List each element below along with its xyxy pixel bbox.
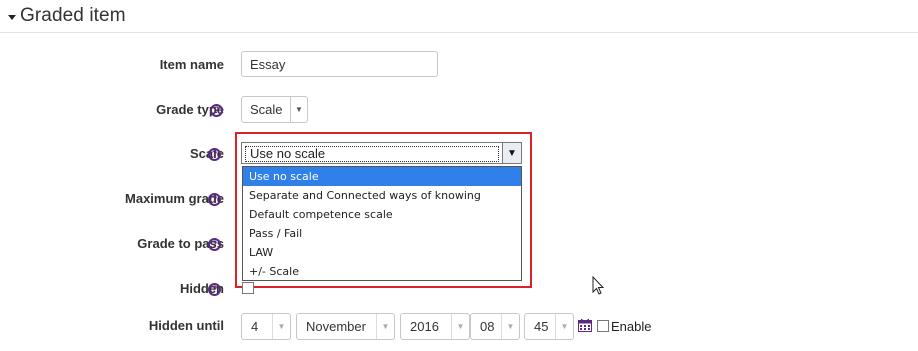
scale-select-value: Use no scale — [245, 146, 499, 162]
scale-dropdown-list: Use no scale Separate and Connected ways… — [242, 166, 522, 281]
help-icon[interactable]: ? — [210, 104, 223, 117]
chevron-down-icon: ▼ — [376, 314, 394, 339]
scale-option[interactable]: Default competence scale — [243, 205, 521, 224]
help-icon[interactable]: ? — [208, 238, 221, 251]
year-select[interactable]: 2016 ▼ — [400, 313, 470, 340]
section-divider — [0, 32, 918, 33]
hour-value: 08 — [480, 319, 495, 334]
chevron-down-icon: ▼ — [451, 314, 469, 339]
scale-option[interactable]: Separate and Connected ways of knowing — [243, 186, 521, 205]
hour-select[interactable]: 08 ▼ — [470, 313, 520, 340]
year-value: 2016 — [410, 319, 439, 334]
hidden-until-label: Hidden until — [148, 318, 224, 333]
enable-checkbox[interactable] — [597, 320, 609, 332]
day-select[interactable]: 4 ▼ — [241, 313, 291, 340]
scale-option[interactable]: LAW — [243, 243, 521, 262]
chevron-down-icon: ▼ — [501, 314, 519, 339]
month-value: November — [306, 319, 366, 334]
help-icon[interactable]: ? — [208, 148, 221, 161]
grade-type-select[interactable]: Scale ▼ — [241, 96, 308, 123]
hidden-checkbox[interactable] — [242, 282, 254, 294]
item-name-input[interactable] — [241, 51, 438, 77]
chevron-down-icon[interactable]: ▼ — [502, 143, 521, 163]
mouse-cursor-icon — [592, 276, 605, 295]
scale-option[interactable]: +/- Scale — [243, 262, 521, 281]
collapse-triangle-icon[interactable] — [8, 14, 16, 20]
help-icon[interactable]: ? — [208, 283, 221, 296]
chevron-down-icon: ▼ — [290, 97, 307, 122]
minute-value: 45 — [534, 319, 549, 334]
scale-option[interactable]: Use no scale — [243, 167, 521, 186]
chevron-down-icon: ▼ — [555, 314, 573, 339]
day-value: 4 — [251, 319, 259, 334]
chevron-down-icon: ▼ — [272, 314, 290, 339]
scale-option[interactable]: Pass / Fail — [243, 224, 521, 243]
grade-type-value: Scale — [250, 102, 283, 117]
scale-select[interactable]: Use no scale ▼ — [241, 142, 522, 164]
section-header-graded-item[interactable]: Graded item — [8, 3, 126, 29]
help-icon[interactable]: ? — [208, 193, 221, 206]
section-title: Graded item — [20, 5, 126, 26]
month-select[interactable]: November ▼ — [296, 313, 395, 340]
item-name-label: Item name — [159, 57, 224, 72]
minute-select[interactable]: 45 ▼ — [524, 313, 574, 340]
calendar-icon[interactable] — [578, 319, 592, 332]
enable-label: Enable — [611, 319, 652, 334]
